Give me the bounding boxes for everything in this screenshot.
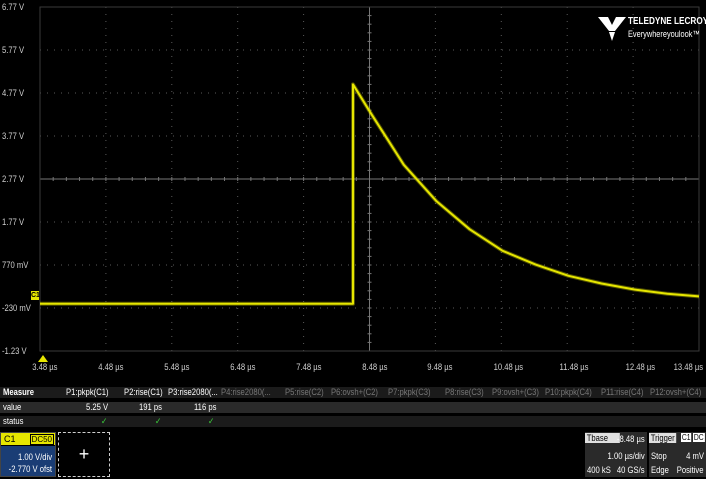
logo-tagline: Everywhereyoulook™ (628, 29, 700, 39)
measure-param-7[interactable]: P7:pkpk(C3) (388, 387, 431, 398)
p1-value[interactable]: 5.25 V (86, 402, 108, 413)
p2-status-check-icon: ✓ (155, 416, 162, 426)
y-axis-label: -230 mV (2, 303, 31, 313)
y-axis-label: 4.77 V (2, 88, 25, 98)
y-axis-label: 770 mV (2, 260, 29, 270)
trigger-descriptor[interactable]: Trigger C1 DC Stop 4 mV Edge Positive (649, 432, 706, 477)
p2-value[interactable]: 191 ps (139, 402, 162, 413)
measure-param-1[interactable]: P1:pkpk(C1) (66, 387, 109, 398)
channel-title: C1 DC50 (1, 433, 55, 445)
timebase-delay: -8.48 µs (617, 434, 645, 444)
trigger-slope: Positive (677, 465, 704, 475)
channel-vdiv: 1.00 V/div (17, 452, 52, 462)
measure-title: Measure (3, 387, 35, 397)
y-axis-label: 3.77 V (2, 131, 25, 141)
y-axis-label: 6.77 V (2, 2, 25, 12)
status-row-label: status (3, 416, 24, 426)
measure-param-4[interactable]: P4:rise2080(... (221, 387, 271, 398)
timebase-rate: 40 GS/s (617, 465, 645, 475)
measure-param-6[interactable]: P6:ovsh+(C2) (331, 387, 378, 398)
x-axis-label: 9.48 µs (427, 362, 453, 372)
trigger-type: Edge (651, 465, 669, 475)
y-axis-label: 1.77 V (2, 217, 25, 227)
measure-param-11[interactable]: P11:rise(C4) (601, 387, 643, 398)
measure-table: Measure P1:pkpk(C1) P2:rise(C1) P3:rise2080… (0, 386, 706, 431)
channel-ground-marker[interactable]: C1 (31, 291, 40, 300)
x-axis-label: 7.48 µs (295, 362, 322, 372)
p3-value[interactable]: 116 ps (194, 402, 216, 413)
timebase-descriptor[interactable]: Tbase -8.48 µs 1.00 µs/div 400 kS 40 GS/… (585, 432, 647, 477)
measure-param-2[interactable]: P2:rise(C1) (124, 387, 163, 398)
trigger-label: Trigger (649, 433, 677, 443)
timebase-label: Tbase (585, 433, 620, 443)
channel-c1-descriptor[interactable]: C1 DC50 1.00 V/div -2.770 V ofst (0, 432, 56, 477)
waveform-grid (39, 6, 700, 352)
measure-status-row: status ✓ ✓ ✓ (0, 416, 706, 427)
timebase-samples: 400 kS (587, 465, 611, 475)
x-axis-label: 13.48 µs (673, 362, 704, 372)
teledyne-lecroy-logo: TELEDYNE LECROY Everywhereyoulook™ (598, 15, 706, 47)
trigger-position-marker[interactable] (38, 355, 48, 362)
measure-param-5[interactable]: P5:rise(C2) (285, 387, 324, 398)
trigger-level: 4 mV (686, 451, 704, 461)
p1-status-check-icon: ✓ (101, 416, 108, 426)
lecroy-logo-icon (598, 17, 626, 41)
y-axis-label: 2.77 V (2, 174, 25, 184)
x-axis-label: 3.48 µs (32, 362, 58, 372)
x-axis-label: 10.48 µs (493, 362, 524, 372)
measure-param-12[interactable]: P12:ovsh+(C4) (650, 387, 701, 398)
measure-header-row: Measure P1:pkpk(C1) P2:rise(C1) P3:rise2080… (0, 387, 706, 398)
x-axis-label: 6.48 µs (229, 362, 256, 372)
x-axis-label: 11.48 µs (559, 362, 589, 372)
channel-coupling: DC50 (29, 434, 54, 445)
x-axis-label: 4.48 µs (98, 362, 124, 372)
y-axis-label: 5.77 V (2, 45, 25, 55)
channel-name: C1 (4, 434, 16, 444)
waveform-display[interactable]: TELEDYNE LECROY Everywhereyoulook™ 6.77 … (0, 0, 706, 386)
p3-status-check-icon: ✓ (208, 416, 215, 426)
timebase-tdiv: 1.00 µs/div (607, 451, 645, 461)
logo-brand: TELEDYNE LECROY (628, 16, 706, 27)
measure-param-9[interactable]: P9:ovsh+(C3) (492, 387, 539, 398)
x-axis-label: 12.48 µs (625, 362, 656, 372)
y-axis-label: -1.23 V (2, 346, 27, 356)
trigger-coupling: DC (693, 433, 705, 442)
x-axis-label: 8.48 µs (361, 362, 387, 372)
channel-offset: -2.770 V ofst (8, 464, 52, 474)
value-row-label: value (3, 402, 22, 412)
add-trace-button[interactable]: + (58, 432, 110, 477)
trigger-source: C1 (681, 433, 692, 442)
measure-param-3[interactable]: P3:rise2080(... (168, 387, 218, 398)
x-axis-label: 5.48 µs (164, 362, 190, 372)
measure-param-10[interactable]: P10:pkpk(C4) (545, 387, 592, 398)
measure-value-row: value 5.25 V 191 ps 116 ps (0, 402, 706, 413)
measure-param-8[interactable]: P8:rise(C3) (445, 387, 484, 398)
trigger-mode: Stop (651, 451, 667, 461)
